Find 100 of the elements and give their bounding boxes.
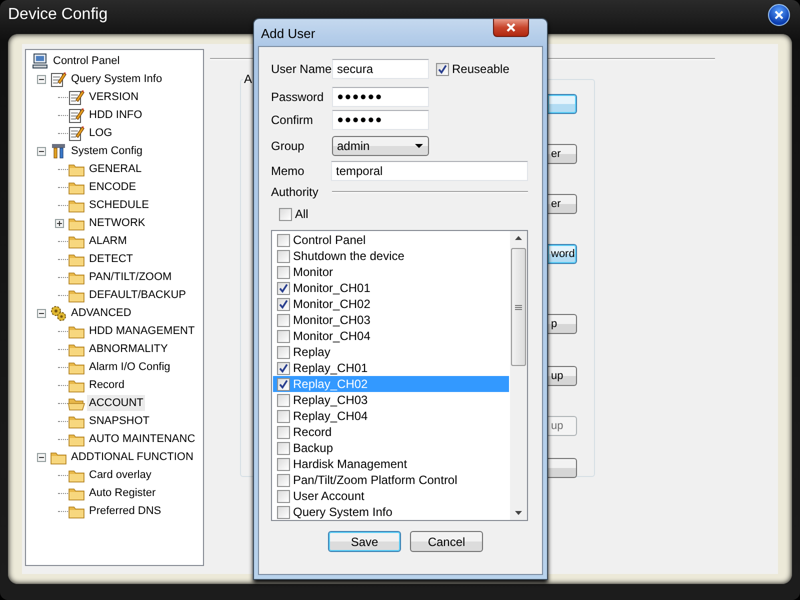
close-icon — [506, 23, 516, 32]
tree-item[interactable]: ACCOUNT — [87, 395, 146, 411]
checkbox[interactable] — [277, 250, 290, 262]
collapse-icon[interactable] — [36, 452, 46, 462]
tree-item[interactable]: AUTO MAINTENANC — [87, 431, 198, 447]
checkbox[interactable] — [277, 458, 290, 470]
checkbox[interactable] — [279, 208, 292, 220]
list-item[interactable]: Replay_CH04 — [273, 408, 509, 424]
close-icon — [774, 10, 784, 20]
caret-icon — [415, 144, 423, 148]
list-item[interactable]: Backup — [273, 440, 509, 456]
field-label: User Name — [271, 62, 332, 76]
tree-item[interactable]: System Config — [69, 143, 145, 159]
tree-item[interactable]: DETECT — [87, 251, 135, 267]
list-item[interactable]: Monitor_CH02 — [273, 296, 509, 312]
password-field[interactable]: ●●●●●● — [332, 87, 429, 107]
checkbox[interactable] — [277, 394, 290, 406]
gears-icon — [50, 305, 67, 321]
tree-item[interactable]: Preferred DNS — [87, 503, 164, 519]
button[interactable]: Cancel — [410, 531, 483, 552]
scroll-thumb[interactable] — [511, 248, 526, 366]
button[interactable]: er — [548, 144, 577, 164]
checkbox[interactable] — [277, 474, 290, 486]
checkbox[interactable] — [277, 314, 290, 326]
tree-item[interactable]: ABNORMALITY — [87, 341, 170, 357]
tree-item[interactable]: PAN/TILT/ZOOM — [87, 269, 174, 285]
checkbox[interactable] — [277, 298, 290, 310]
tree-item[interactable]: DEFAULT/BACKUP — [87, 287, 188, 303]
checkbox[interactable] — [277, 490, 290, 502]
list-item[interactable]: Control Panel — [273, 232, 509, 248]
dropdown[interactable]: admin — [332, 136, 429, 156]
input-field[interactable]: secura — [332, 59, 429, 79]
expand-icon[interactable] — [54, 218, 64, 228]
field-label: Confirm — [271, 113, 314, 127]
dialog-title: Add User — [261, 26, 316, 41]
checkbox[interactable] — [277, 378, 290, 390]
tree-item[interactable]: LOG — [87, 125, 114, 141]
tree-item[interactable]: HDD MANAGEMENT — [87, 323, 197, 339]
field-label: Password — [271, 90, 325, 104]
tree-item[interactable]: Alarm I/O Config — [87, 359, 172, 375]
button[interactable]: up — [548, 366, 577, 386]
checkbox-label: Reuseable — [452, 62, 510, 76]
checkbox[interactable] — [436, 62, 449, 76]
list-item[interactable]: Query System Info — [273, 504, 509, 520]
button[interactable]: p — [548, 314, 577, 334]
tree-item[interactable]: Card overlay — [87, 467, 154, 483]
list-item[interactable]: Monitor_CH03 — [273, 312, 509, 328]
collapse-icon[interactable] — [36, 74, 46, 84]
checkbox[interactable] — [277, 442, 290, 454]
list-item[interactable]: Record — [273, 424, 509, 440]
collapse-icon[interactable] — [36, 308, 46, 318]
collapse-icon[interactable] — [36, 146, 46, 156]
list-item[interactable]: Hardisk Management — [273, 456, 509, 472]
checkbox[interactable] — [277, 410, 290, 422]
button[interactable]: er — [548, 194, 577, 214]
tree-item[interactable]: VERSION — [87, 89, 141, 105]
checkbox[interactable] — [277, 426, 290, 438]
tools-icon — [50, 143, 67, 159]
tree-item[interactable]: HDD INFO — [87, 107, 144, 123]
checkbox[interactable] — [277, 346, 290, 358]
checkbox[interactable] — [277, 506, 290, 518]
tree-item[interactable]: Control Panel — [51, 53, 122, 69]
button[interactable] — [548, 94, 577, 114]
list-item[interactable]: Monitor — [273, 264, 509, 280]
section-label: Authority — [271, 185, 318, 199]
password-field[interactable]: ●●●●●● — [332, 110, 429, 130]
list-item[interactable]: Replay_CH03 — [273, 392, 509, 408]
tree-item[interactable]: ADDTIONAL FUNCTION — [69, 449, 196, 465]
group-label: A — [243, 72, 254, 86]
tree-item[interactable]: GENERAL — [87, 161, 144, 177]
tree-item[interactable]: Auto Register — [87, 485, 158, 501]
tree-item[interactable]: ADVANCED — [69, 305, 134, 321]
list-item[interactable]: Pan/Tilt/Zoom Platform Control — [273, 472, 509, 488]
tree-item[interactable]: ALARM — [87, 233, 129, 249]
checkbox[interactable] — [277, 330, 290, 342]
checkbox[interactable] — [277, 362, 290, 374]
scrollbar[interactable] — [510, 231, 527, 520]
tree-item[interactable]: Record — [87, 377, 126, 393]
close-button[interactable] — [768, 4, 790, 26]
checkbox[interactable] — [277, 266, 290, 278]
tree-item[interactable]: SNAPSHOT — [87, 413, 152, 429]
button[interactable]: word — [548, 244, 577, 264]
list-item[interactable]: Monitor_CH01 — [273, 280, 509, 296]
window-title: Device Config — [8, 6, 108, 24]
close-button[interactable] — [493, 19, 529, 37]
tree-item[interactable]: Query System Info — [69, 71, 164, 87]
list-item[interactable]: Replay — [273, 344, 509, 360]
input-field[interactable]: temporal — [331, 161, 528, 181]
checkbox[interactable] — [277, 282, 290, 294]
list-item[interactable]: Replay_CH01 — [273, 360, 509, 376]
scroll-up-icon — [515, 236, 522, 240]
list-item[interactable]: Monitor_CH04 — [273, 328, 509, 344]
list-item[interactable]: Shutdown the device — [273, 248, 509, 264]
tree-item[interactable]: SCHEDULE — [87, 197, 151, 213]
button[interactable] — [548, 458, 577, 478]
tree-item[interactable]: NETWORK — [87, 215, 148, 231]
button[interactable]: Save — [328, 531, 401, 552]
list-item[interactable]: User Account — [273, 488, 509, 504]
checkbox[interactable] — [277, 234, 290, 246]
tree-item[interactable]: ENCODE — [87, 179, 138, 195]
